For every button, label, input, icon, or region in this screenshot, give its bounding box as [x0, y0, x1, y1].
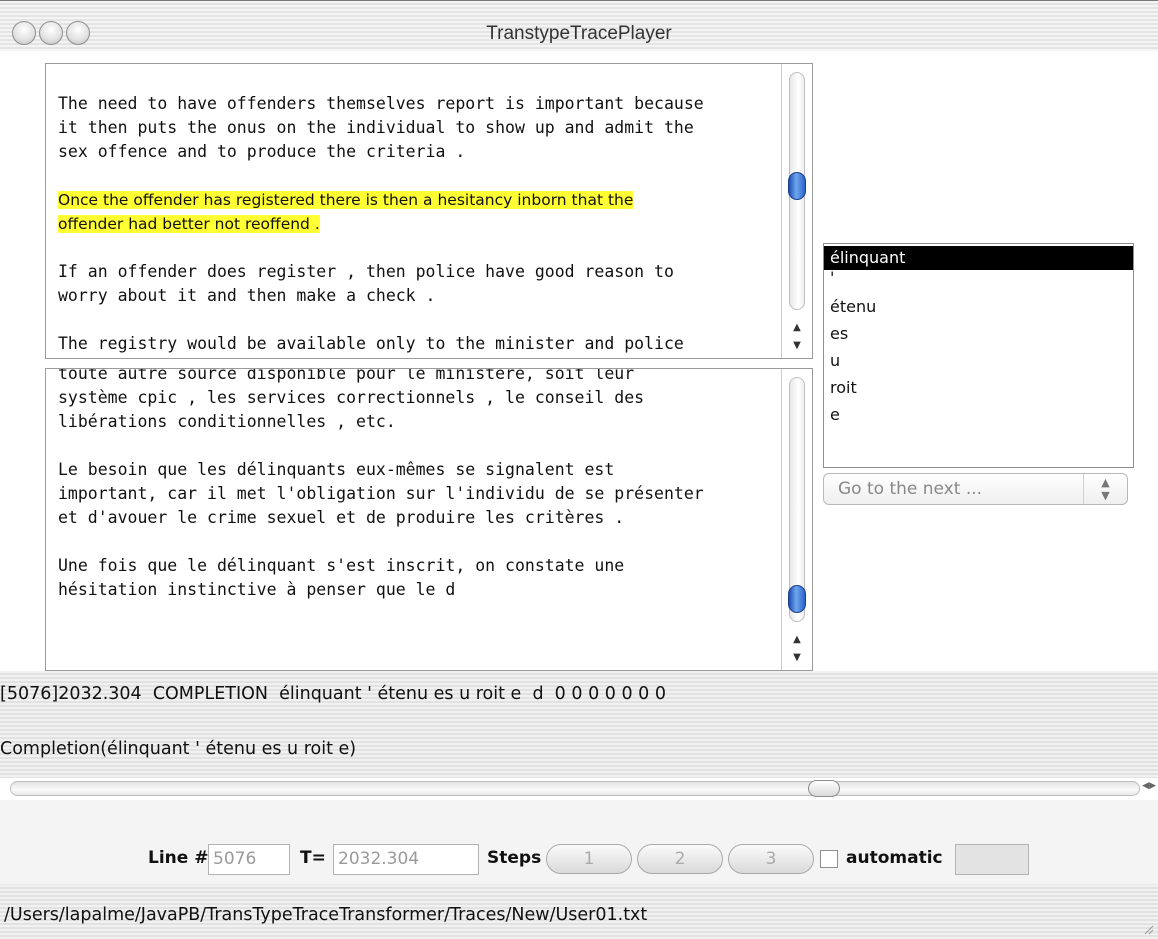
- source-vertical-scrollbar[interactable]: ▲ ▼: [781, 64, 812, 358]
- automatic-checkbox[interactable]: [820, 850, 838, 868]
- automatic-label: automatic: [846, 848, 943, 868]
- completion-line: Completion(élinquant ' étenu es u roit e…: [0, 739, 357, 759]
- goto-next-value: Go to the next ...: [838, 479, 983, 499]
- completion-item[interactable]: es: [824, 320, 1133, 347]
- step-2-button[interactable]: 2: [637, 844, 723, 874]
- target-text-pane[interactable]: toute autre source disponible pour le mi…: [45, 368, 813, 671]
- target-text: toute autre source disponible pour le mi…: [58, 368, 772, 602]
- trace-line: [5076]2032.304 COMPLETION élinquant ' ét…: [0, 684, 666, 704]
- completion-item[interactable]: roit: [824, 374, 1133, 401]
- line-label: Line #: [148, 848, 209, 868]
- horizontal-scrollbar[interactable]: ◀▶: [0, 778, 1158, 800]
- step-1-button[interactable]: 1: [546, 844, 632, 874]
- completion-item[interactable]: étenu: [824, 293, 1133, 320]
- resize-grip-icon[interactable]: [1142, 923, 1154, 935]
- step-3-button[interactable]: 3: [728, 844, 814, 874]
- source-text: The need to have offenders themselves re…: [58, 92, 772, 356]
- horizontal-scroll-thumb[interactable]: [808, 780, 840, 797]
- time-label: T=: [300, 848, 326, 868]
- scroll-down-arrow-icon[interactable]: ▼: [789, 650, 805, 666]
- completion-list[interactable]: élinquant ' étenu es u roit e: [823, 243, 1134, 468]
- extra-field[interactable]: [955, 844, 1029, 875]
- completion-item[interactable]: élinquant: [824, 246, 1133, 270]
- window-title: TranstypeTracePlayer: [486, 23, 672, 44]
- highlighted-sentence: Once the offender has registered there i…: [58, 191, 634, 233]
- completion-item[interactable]: u: [824, 347, 1133, 374]
- source-scroll-thumb[interactable]: [788, 172, 806, 200]
- select-arrows-icon: ▲ ▼: [1083, 474, 1127, 504]
- target-paragraph: toute autre source disponible pour le mi…: [58, 368, 645, 431]
- target-vertical-scrollbar[interactable]: ▲ ▼: [781, 369, 812, 670]
- scroll-up-arrow-icon[interactable]: ▲: [789, 632, 805, 648]
- source-paragraph: If an offender does register , then poli…: [58, 262, 674, 305]
- scroll-down-arrow-icon[interactable]: ▼: [789, 338, 805, 354]
- playback-controls: Line # 5076 T= 2032.304 Steps 1 2 3 auto…: [0, 800, 1158, 884]
- target-paragraph: Une fois que le délinquant s'est inscrit…: [58, 556, 625, 599]
- target-scroll-thumb[interactable]: [788, 585, 806, 613]
- line-number-field[interactable]: 5076: [208, 844, 290, 875]
- target-paragraph: Le besoin que les délinquants eux-mêmes …: [58, 460, 704, 527]
- steps-label: Steps: [487, 848, 542, 868]
- status-bar: /Users/lapalme/JavaPB/TransTypeTraceTran…: [0, 885, 1158, 939]
- source-paragraph: The need to have offenders themselves re…: [58, 94, 704, 161]
- completion-item[interactable]: ': [824, 270, 1133, 293]
- scroll-left-right-arrows-icon[interactable]: ◀▶: [1142, 781, 1156, 791]
- horizontal-scroll-track[interactable]: [10, 781, 1140, 796]
- app-window: TranstypeTracePlayer The need to have of…: [0, 0, 1158, 939]
- source-text-pane[interactable]: The need to have offenders themselves re…: [45, 63, 813, 359]
- goto-next-select[interactable]: Go to the next ... ▲ ▼: [823, 473, 1128, 505]
- time-field[interactable]: 2032.304: [333, 844, 479, 875]
- file-path: /Users/lapalme/JavaPB/TransTypeTraceTran…: [4, 905, 648, 925]
- completion-item[interactable]: e: [824, 401, 1133, 428]
- title-bar[interactable]: TranstypeTracePlayer: [0, 0, 1158, 52]
- source-paragraph: The registry would be available only to …: [58, 334, 684, 353]
- scroll-up-arrow-icon[interactable]: ▲: [789, 320, 805, 336]
